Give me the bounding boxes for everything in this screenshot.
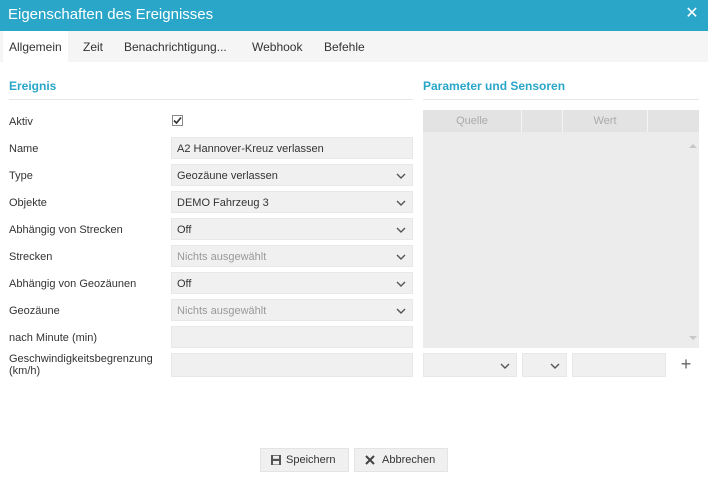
name-value: A2 Hannover-Kreuz verlassen [177,143,324,155]
scroll-up-icon[interactable] [689,144,697,148]
label-aktiv: Aktiv [9,116,33,128]
label-geozaeune: Geozäune [9,305,60,317]
chevron-down-icon [396,306,406,316]
chevron-down-icon [396,198,406,208]
floppy-disk-icon [270,454,282,466]
grid-header: Quelle Wert [423,110,699,132]
strecken-value: Nichts ausgewählt [177,251,267,263]
column-header-blank[interactable] [522,110,563,132]
column-header-wert[interactable]: Wert [563,110,648,132]
tab-allgemein[interactable]: Allgemein [3,31,68,62]
section-divider [9,99,413,100]
dialog-titlebar: Eigenschaften des Ereignisses ✕ [0,0,708,31]
label-strecken: Strecken [9,251,53,263]
tab-webhook[interactable]: Webhook [246,31,308,62]
abhaengig-strecken-value: Off [177,224,192,236]
aktiv-checkbox[interactable] [172,115,183,126]
section-divider [423,99,699,100]
close-icon[interactable]: ✕ [684,6,700,22]
abhaengig-geozaeunen-value: Off [177,278,192,290]
operator-select[interactable] [522,353,567,377]
cancel-label: Abbrechen [382,454,436,466]
source-select[interactable] [423,353,517,377]
tab-bar: Allgemein Zeit Benachrichtigung... Webho… [0,31,708,62]
name-input[interactable]: A2 Hannover-Kreuz verlassen [171,137,413,159]
speed-limit-input[interactable] [171,353,413,377]
grid-scrollbar[interactable] [687,132,699,348]
abhaengig-geozaeunen-select[interactable]: Off [171,272,413,294]
parameter-grid: Quelle Wert [423,110,699,348]
plus-icon[interactable]: + [673,353,699,377]
label-nach-minute: nach Minute (min) [9,332,98,344]
geozaeune-select[interactable]: Nichts ausgewählt [171,299,413,321]
label-speed-limit: Geschwindigkeitsbegrenzung (km/h) [9,353,153,377]
chevron-down-icon [396,225,406,235]
type-select[interactable]: Geozäune verlassen [171,164,413,186]
section-title-parameter: Parameter und Sensoren [423,79,566,93]
cancel-button[interactable]: Abbrechen [354,448,448,472]
dialog-title: Eigenschaften des Ereignisses [8,6,214,23]
column-header-blank[interactable] [648,110,699,132]
label-type: Type [9,170,33,182]
label-speed-limit-line1: Geschwindigkeitsbegrenzung [9,353,153,365]
scroll-down-icon[interactable] [689,336,697,340]
value-input[interactable] [572,353,666,377]
checkmark-icon [173,116,182,125]
label-abhaengig-geozaeunen: Abhängig von Geozäunen [9,278,137,290]
strecken-select[interactable]: Nichts ausgewählt [171,245,413,267]
column-header-quelle[interactable]: Quelle [423,110,522,132]
label-objekte: Objekte [9,197,47,209]
label-name: Name [9,143,39,155]
nach-minute-input[interactable] [171,326,413,348]
type-value: Geozäune verlassen [177,170,278,182]
geozaeune-value: Nichts ausgewählt [177,305,267,317]
tab-befehle[interactable]: Befehle [318,31,371,62]
close-icon [364,454,376,466]
chevron-down-icon [500,361,510,371]
chevron-down-icon [396,171,406,181]
section-title-ereignis: Ereignis [9,79,57,93]
chevron-down-icon [550,361,560,371]
abhaengig-strecken-select[interactable]: Off [171,218,413,240]
tab-benachrichtigung[interactable]: Benachrichtigung... [118,31,233,62]
objekte-select[interactable]: DEMO Fahrzeug 3 [171,191,413,213]
chevron-down-icon [396,252,406,262]
save-button[interactable]: Speichern [260,448,349,472]
save-label: Speichern [286,454,336,466]
objekte-value: DEMO Fahrzeug 3 [177,197,269,209]
label-abhaengig-strecken: Abhängig von Strecken [9,224,123,236]
label-speed-limit-line2: (km/h) [9,365,41,377]
chevron-down-icon [396,279,406,289]
tab-zeit[interactable]: Zeit [77,31,109,62]
